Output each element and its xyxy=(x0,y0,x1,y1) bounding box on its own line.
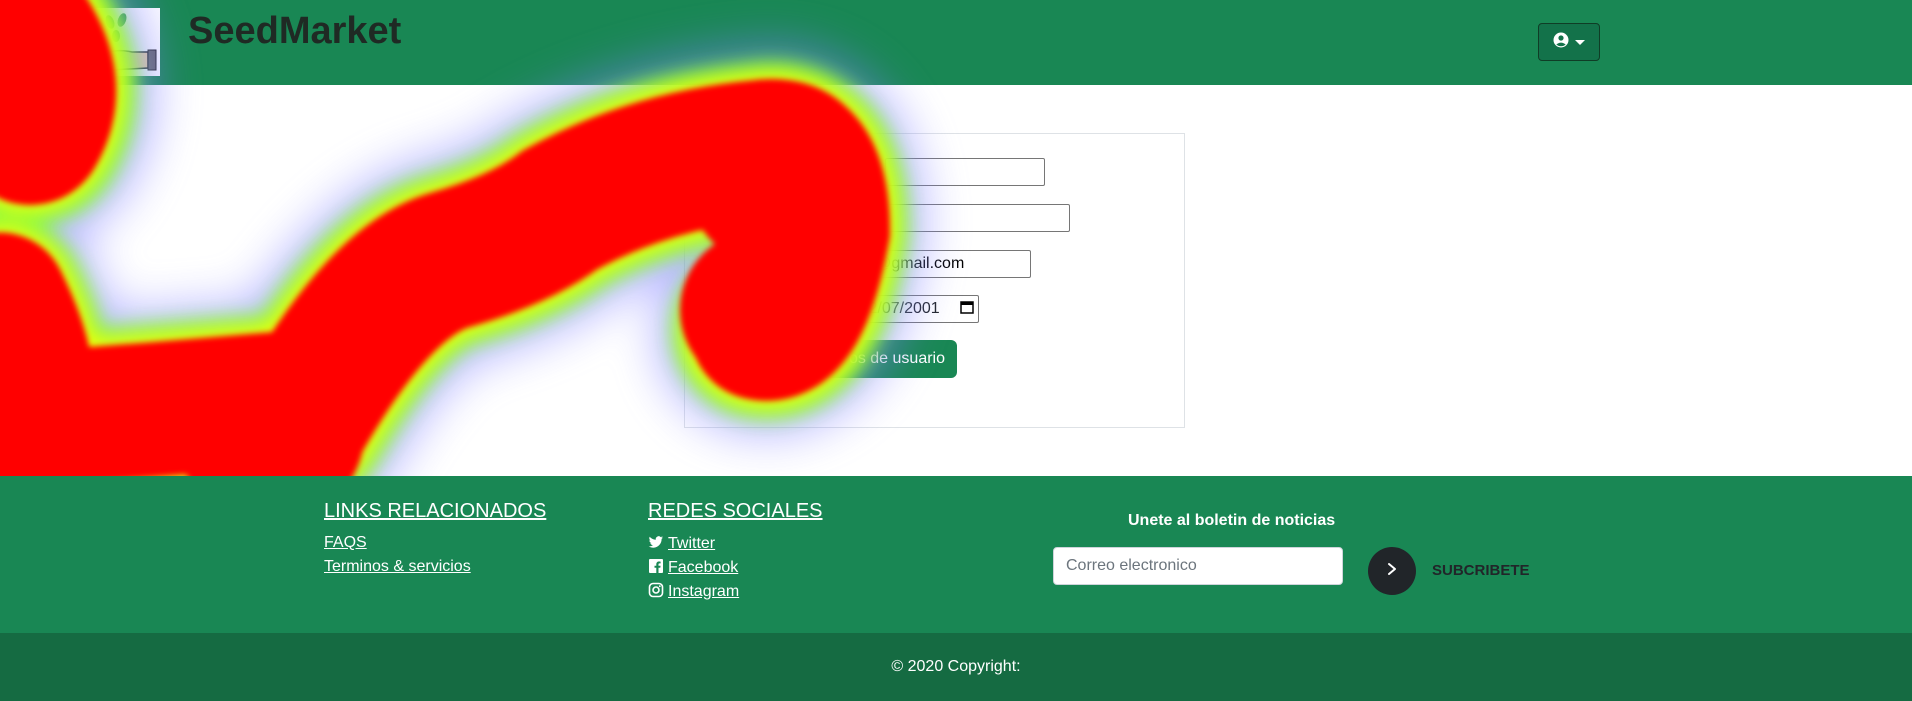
birthdate-value: 22/07/2001 xyxy=(859,300,940,317)
social-link-facebook[interactable]: Facebook xyxy=(648,558,738,577)
user-data-card: nico: ento: 22/07/2001 os de usuario xyxy=(684,133,1185,428)
copyright-text: © 2020 Copyright: xyxy=(891,658,1021,675)
copyright-bar: © 2020 Copyright: xyxy=(0,633,1912,701)
newsletter-email-input[interactable] xyxy=(1053,547,1343,585)
text-field-2[interactable] xyxy=(855,204,1070,232)
navbar: SeedMarket xyxy=(0,0,1912,85)
birthdate-field[interactable]: 22/07/2001 xyxy=(854,295,979,323)
text-field-1[interactable] xyxy=(885,158,1045,186)
social-link-instagram[interactable]: Instagram xyxy=(648,582,739,601)
user-menu-button[interactable] xyxy=(1538,23,1600,61)
user-circle-icon xyxy=(1553,32,1569,53)
newsletter-title: Unete al boletin de noticias xyxy=(1128,512,1336,529)
form-row-2 xyxy=(685,204,1184,232)
links-section-title: LINKS RELACIONADOS xyxy=(324,500,547,522)
email-label: nico: xyxy=(803,255,837,272)
chevron-right-icon xyxy=(1385,562,1399,581)
social-label-twitter: Twitter xyxy=(668,535,716,552)
footer-link-faqs[interactable]: FAQS xyxy=(324,534,367,552)
birthdate-row: ento: 22/07/2001 xyxy=(685,295,1184,323)
email-row: nico: xyxy=(685,250,1184,278)
facebook-icon xyxy=(648,558,664,574)
subscribe-label[interactable]: SUBCRIBETE xyxy=(1432,562,1530,579)
form-row-1 xyxy=(685,158,1184,186)
seedmarket-logo[interactable] xyxy=(92,8,160,76)
social-link-twitter[interactable]: Twitter xyxy=(648,534,715,553)
footer-link-terms[interactable]: Terminos & servicios xyxy=(324,558,471,576)
email-field[interactable] xyxy=(840,250,1031,278)
birthdate-label: ento: xyxy=(815,300,851,317)
twitter-icon xyxy=(648,534,664,550)
instagram-icon xyxy=(648,582,664,598)
save-button-label: os de usuario xyxy=(848,350,945,367)
social-section-title: REDES SOCIALES xyxy=(648,500,823,522)
chevron-down-icon xyxy=(1575,39,1585,45)
subscribe-arrow-button[interactable] xyxy=(1368,547,1416,595)
save-user-data-button[interactable]: os de usuario xyxy=(745,340,957,378)
footer: LINKS RELACIONADOS FAQS Terminos & servi… xyxy=(0,476,1912,633)
calendar-icon[interactable] xyxy=(959,300,974,319)
social-label-facebook: Facebook xyxy=(668,559,739,576)
social-label-instagram: Instagram xyxy=(668,583,740,600)
brand-title[interactable]: SeedMarket xyxy=(188,10,401,53)
main-content: nico: ento: 22/07/2001 os de usuario xyxy=(0,85,1912,476)
